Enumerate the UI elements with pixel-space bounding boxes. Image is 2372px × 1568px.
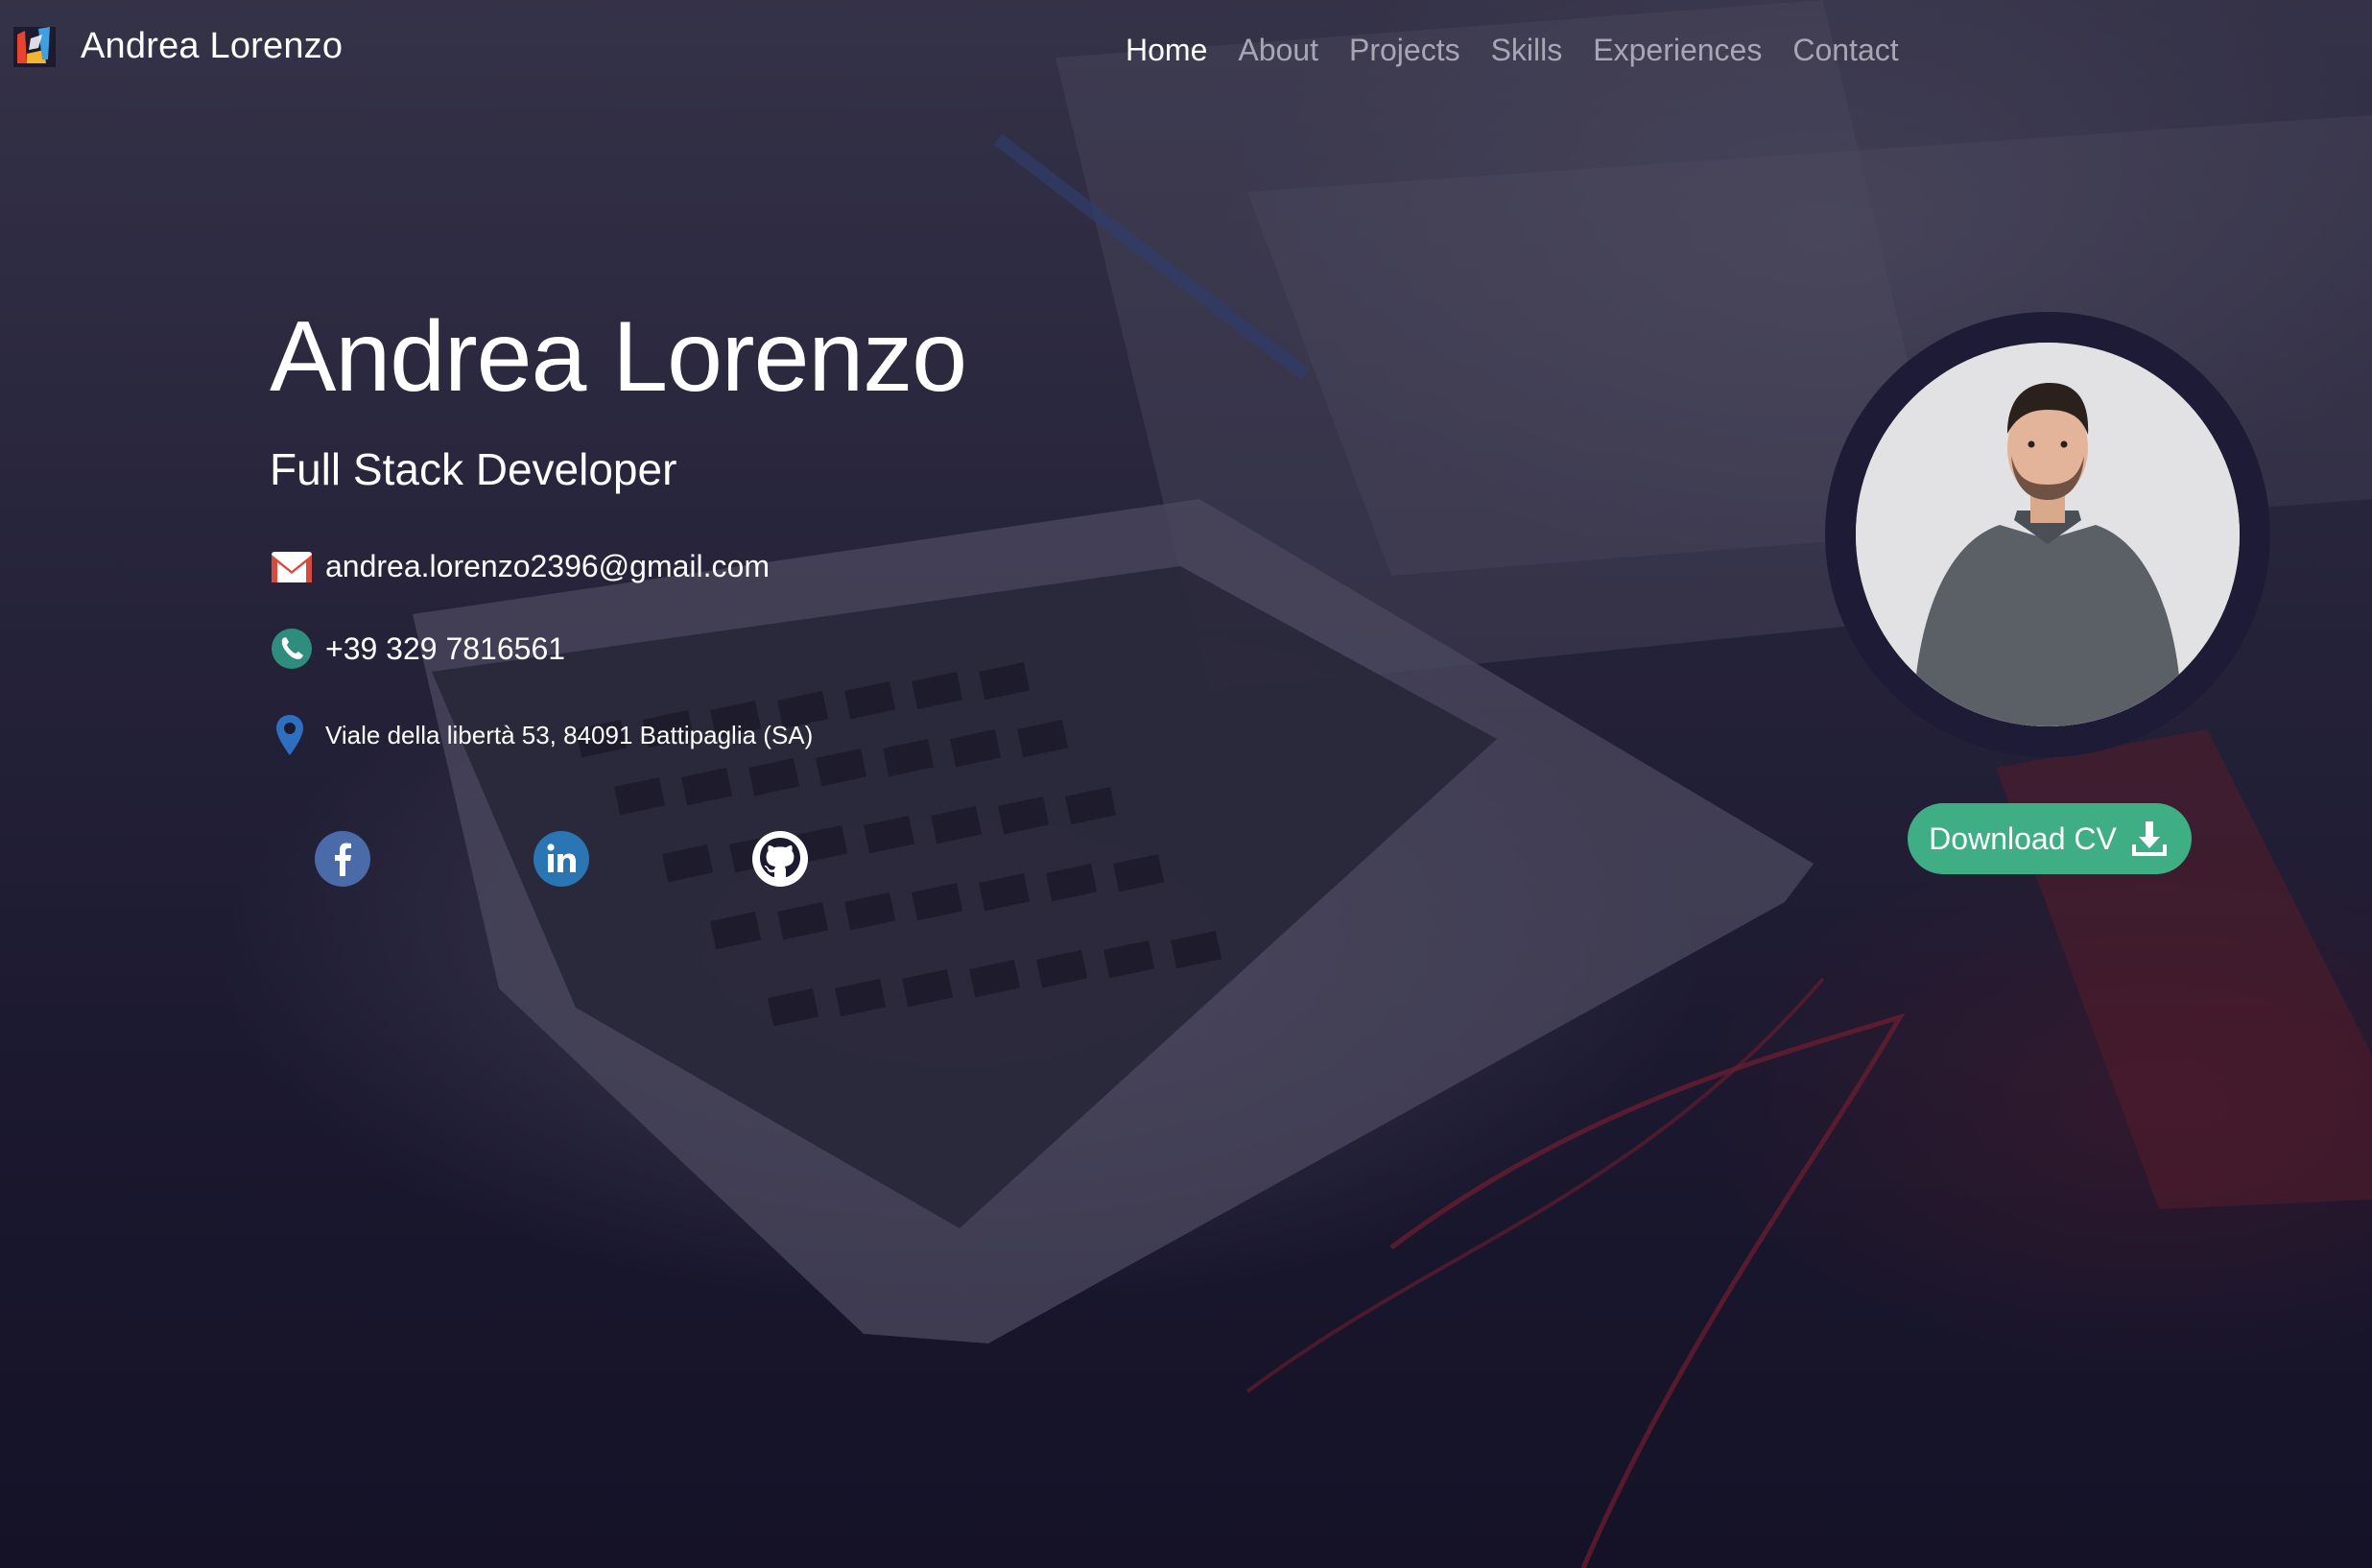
- phone-row: +39 329 7816561: [270, 627, 565, 671]
- download-cv-button[interactable]: Download CV: [1908, 803, 2192, 874]
- email-row: andrea.lorenzo2396@gmail.com: [270, 544, 770, 588]
- address-text: Viale della libertà 53, 84091 Battipagli…: [325, 720, 814, 749]
- phone-icon: [272, 629, 312, 669]
- brand[interactable]: Andrea Lorenzo: [10, 21, 343, 71]
- nav-home[interactable]: Home: [1126, 33, 1207, 68]
- download-icon: [2131, 821, 2167, 856]
- avatar: [1856, 343, 2240, 726]
- hero-name: Andrea Lorenzo: [270, 301, 967, 413]
- brand-name: Andrea Lorenzo: [81, 25, 344, 66]
- email-text[interactable]: andrea.lorenzo2396@gmail.com: [325, 549, 770, 584]
- brand-logo-icon: [13, 27, 56, 67]
- nav-skills[interactable]: Skills: [1491, 33, 1563, 68]
- github-icon[interactable]: [751, 830, 809, 888]
- nav-contact[interactable]: Contact: [1792, 33, 1898, 68]
- intro: Andrea Lorenzo Full Stack Developer andr…: [270, 301, 967, 887]
- hero-section: Andrea Lorenzo Home About Projects Skill…: [0, 0, 2372, 1568]
- email-icon: [272, 552, 312, 582]
- avatar-photo: [1856, 343, 2240, 726]
- address-row: Viale della libertà 53, 84091 Battipagli…: [270, 713, 813, 757]
- download-cv-label: Download CV: [1929, 820, 2117, 856]
- nav-about[interactable]: About: [1238, 33, 1318, 68]
- facebook-icon[interactable]: [314, 830, 371, 888]
- linkedin-icon[interactable]: [533, 830, 590, 888]
- phone-text[interactable]: +39 329 7816561: [325, 631, 565, 667]
- background-photo: [0, 0, 2372, 1568]
- nav-projects[interactable]: Projects: [1349, 33, 1460, 68]
- navbar: Andrea Lorenzo Home About Projects Skill…: [0, 0, 2372, 106]
- avatar-frame: [1825, 312, 2270, 757]
- hero-role: Full Stack Developer: [270, 444, 677, 494]
- nav-menu: Home About Projects Skills Experiences C…: [1126, 33, 1899, 68]
- nav-experiences[interactable]: Experiences: [1593, 33, 1762, 68]
- location-pin-icon: [276, 715, 303, 755]
